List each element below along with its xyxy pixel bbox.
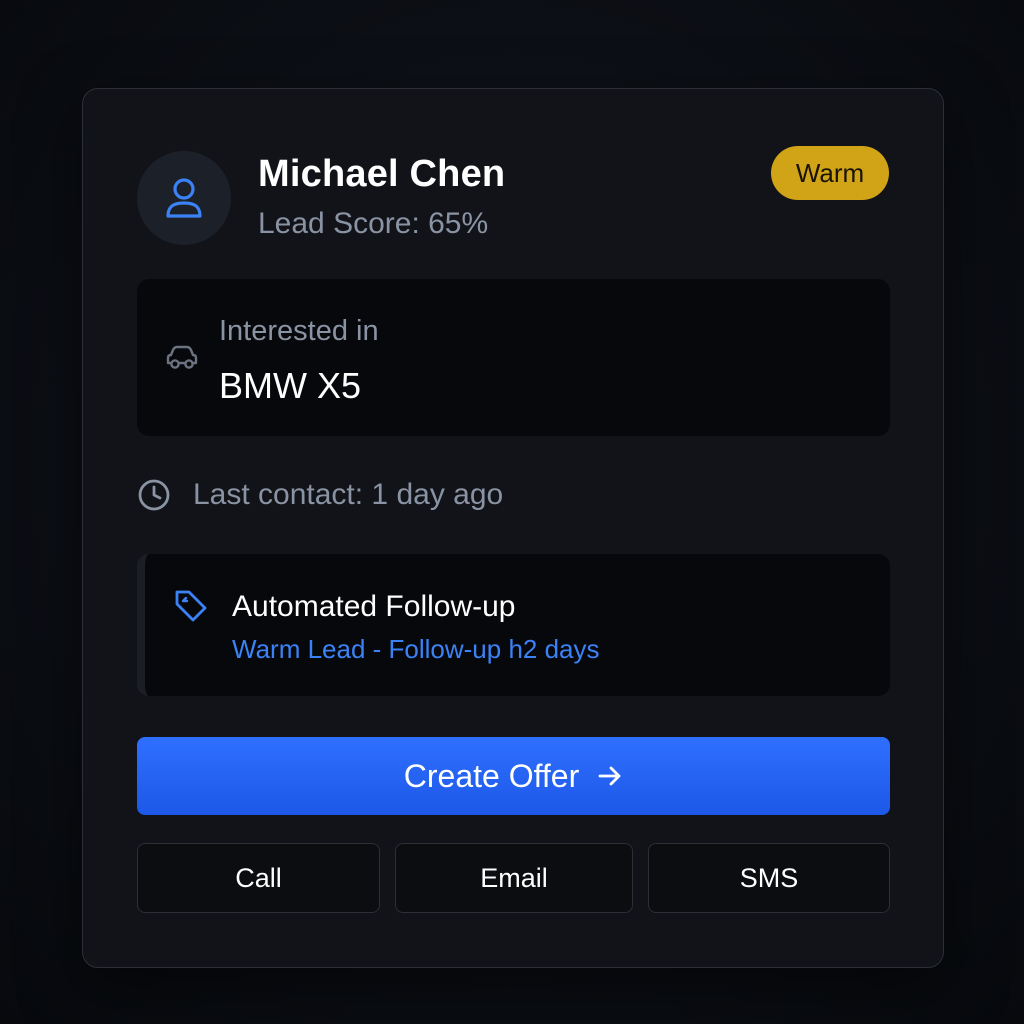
automation-panel: Automated Follow-up Warm Lead - Follow-u… [137,554,890,696]
call-label: Call [235,862,282,893]
last-contact: Last contact: 1 day ago [193,478,504,511]
create-offer-label: Create Offer [403,757,580,794]
lead-name: Michael Chen [258,153,506,195]
lead-score: Lead Score: 65% [258,207,489,240]
avatar [137,151,231,245]
email-label: Email [480,862,548,893]
email-button[interactable]: Email [395,843,633,913]
sms-button[interactable]: SMS [648,843,890,913]
automation-title: Automated Follow-up [232,590,516,623]
tag-icon [175,590,207,622]
lead-card: Michael Chen Lead Score: 65% Warm Intere… [82,88,944,968]
sms-label: SMS [739,862,799,893]
interest-label: Interested in [219,315,379,347]
user-icon [166,178,202,218]
call-button[interactable]: Call [137,843,380,913]
arrow-right-icon [598,766,621,786]
car-icon [166,345,198,369]
automation-subtitle: Warm Lead - Follow-up h2 days [232,634,600,664]
interest-panel: Interested in BMW X5 [137,279,890,436]
vehicle-name: BMW X5 [219,365,362,406]
status-badge: Warm [771,146,889,200]
create-offer-button[interactable]: Create Offer [137,737,890,815]
clock-icon [138,479,170,511]
